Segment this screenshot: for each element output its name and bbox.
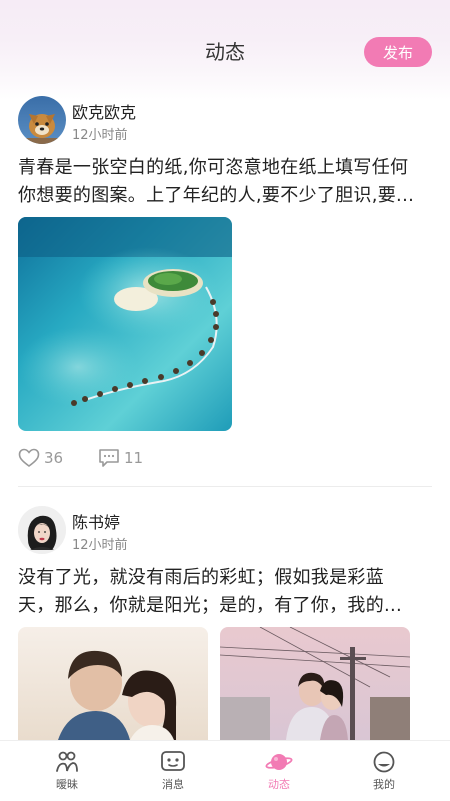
comment-count: 11 <box>124 449 144 467</box>
avatar[interactable] <box>18 96 66 144</box>
post-time: 12小时前 <box>72 128 128 143</box>
publish-button[interactable]: 发布 <box>364 37 432 67</box>
divider <box>18 486 432 487</box>
post-content-line: 没有了光，就没有雨后的彩虹；假如我是彩蓝 <box>18 567 384 588</box>
like-count: 36 <box>44 449 64 467</box>
tab-label: 动态 <box>268 778 290 791</box>
post-photo[interactable] <box>220 627 410 740</box>
tab-profile[interactable]: 我的 <box>339 741 429 801</box>
tab-label: 消息 <box>162 778 184 791</box>
planet-icon <box>265 754 293 770</box>
post-content-line: 青春是一张空白的纸,你可恣意地在纸上填写任何 <box>18 157 409 178</box>
tab-label: 我的 <box>373 778 395 791</box>
tab-label: 暧昧 <box>56 778 78 791</box>
tab-messages[interactable]: 消息 <box>128 741 218 801</box>
comment-icon <box>99 449 119 467</box>
header: 动态 发布 <box>0 0 450 100</box>
tab-pair[interactable]: 暧昧 <box>22 741 112 801</box>
message-icon <box>161 751 185 771</box>
post-photo[interactable] <box>18 627 208 740</box>
tab-feed[interactable]: 动态 <box>234 741 324 801</box>
post-content[interactable]: 没有了光，就没有雨后的彩虹；假如我是彩蓝 天，那么，你就是阳光；是的，有了你，我… <box>18 564 434 620</box>
username[interactable]: 陈书婷 <box>72 509 120 533</box>
tab-bar: 暧昧 消息 动态 我的 <box>0 740 450 801</box>
post-content-line: 你想要的图案。上了年纪的人,要不少了胆识,要... <box>18 185 415 206</box>
heart-icon <box>18 448 40 467</box>
post-content[interactable]: 青春是一张空白的纸,你可恣意地在纸上填写任何 你想要的图案。上了年纪的人,要不少… <box>18 154 434 210</box>
avatar[interactable] <box>18 506 66 554</box>
comment-button[interactable]: 11 <box>98 448 143 468</box>
post-content-line: 天，那么，你就是阳光；是的，有了你，我的... <box>18 595 403 616</box>
post-photo[interactable] <box>18 217 232 431</box>
profile-icon <box>373 751 395 773</box>
pair-icon <box>56 751 78 772</box>
username[interactable]: 欧克欧克 <box>72 99 136 123</box>
like-button[interactable]: 36 <box>18 448 63 468</box>
post-actions: 36 11 <box>18 448 218 472</box>
post-time: 12小时前 <box>72 538 128 553</box>
